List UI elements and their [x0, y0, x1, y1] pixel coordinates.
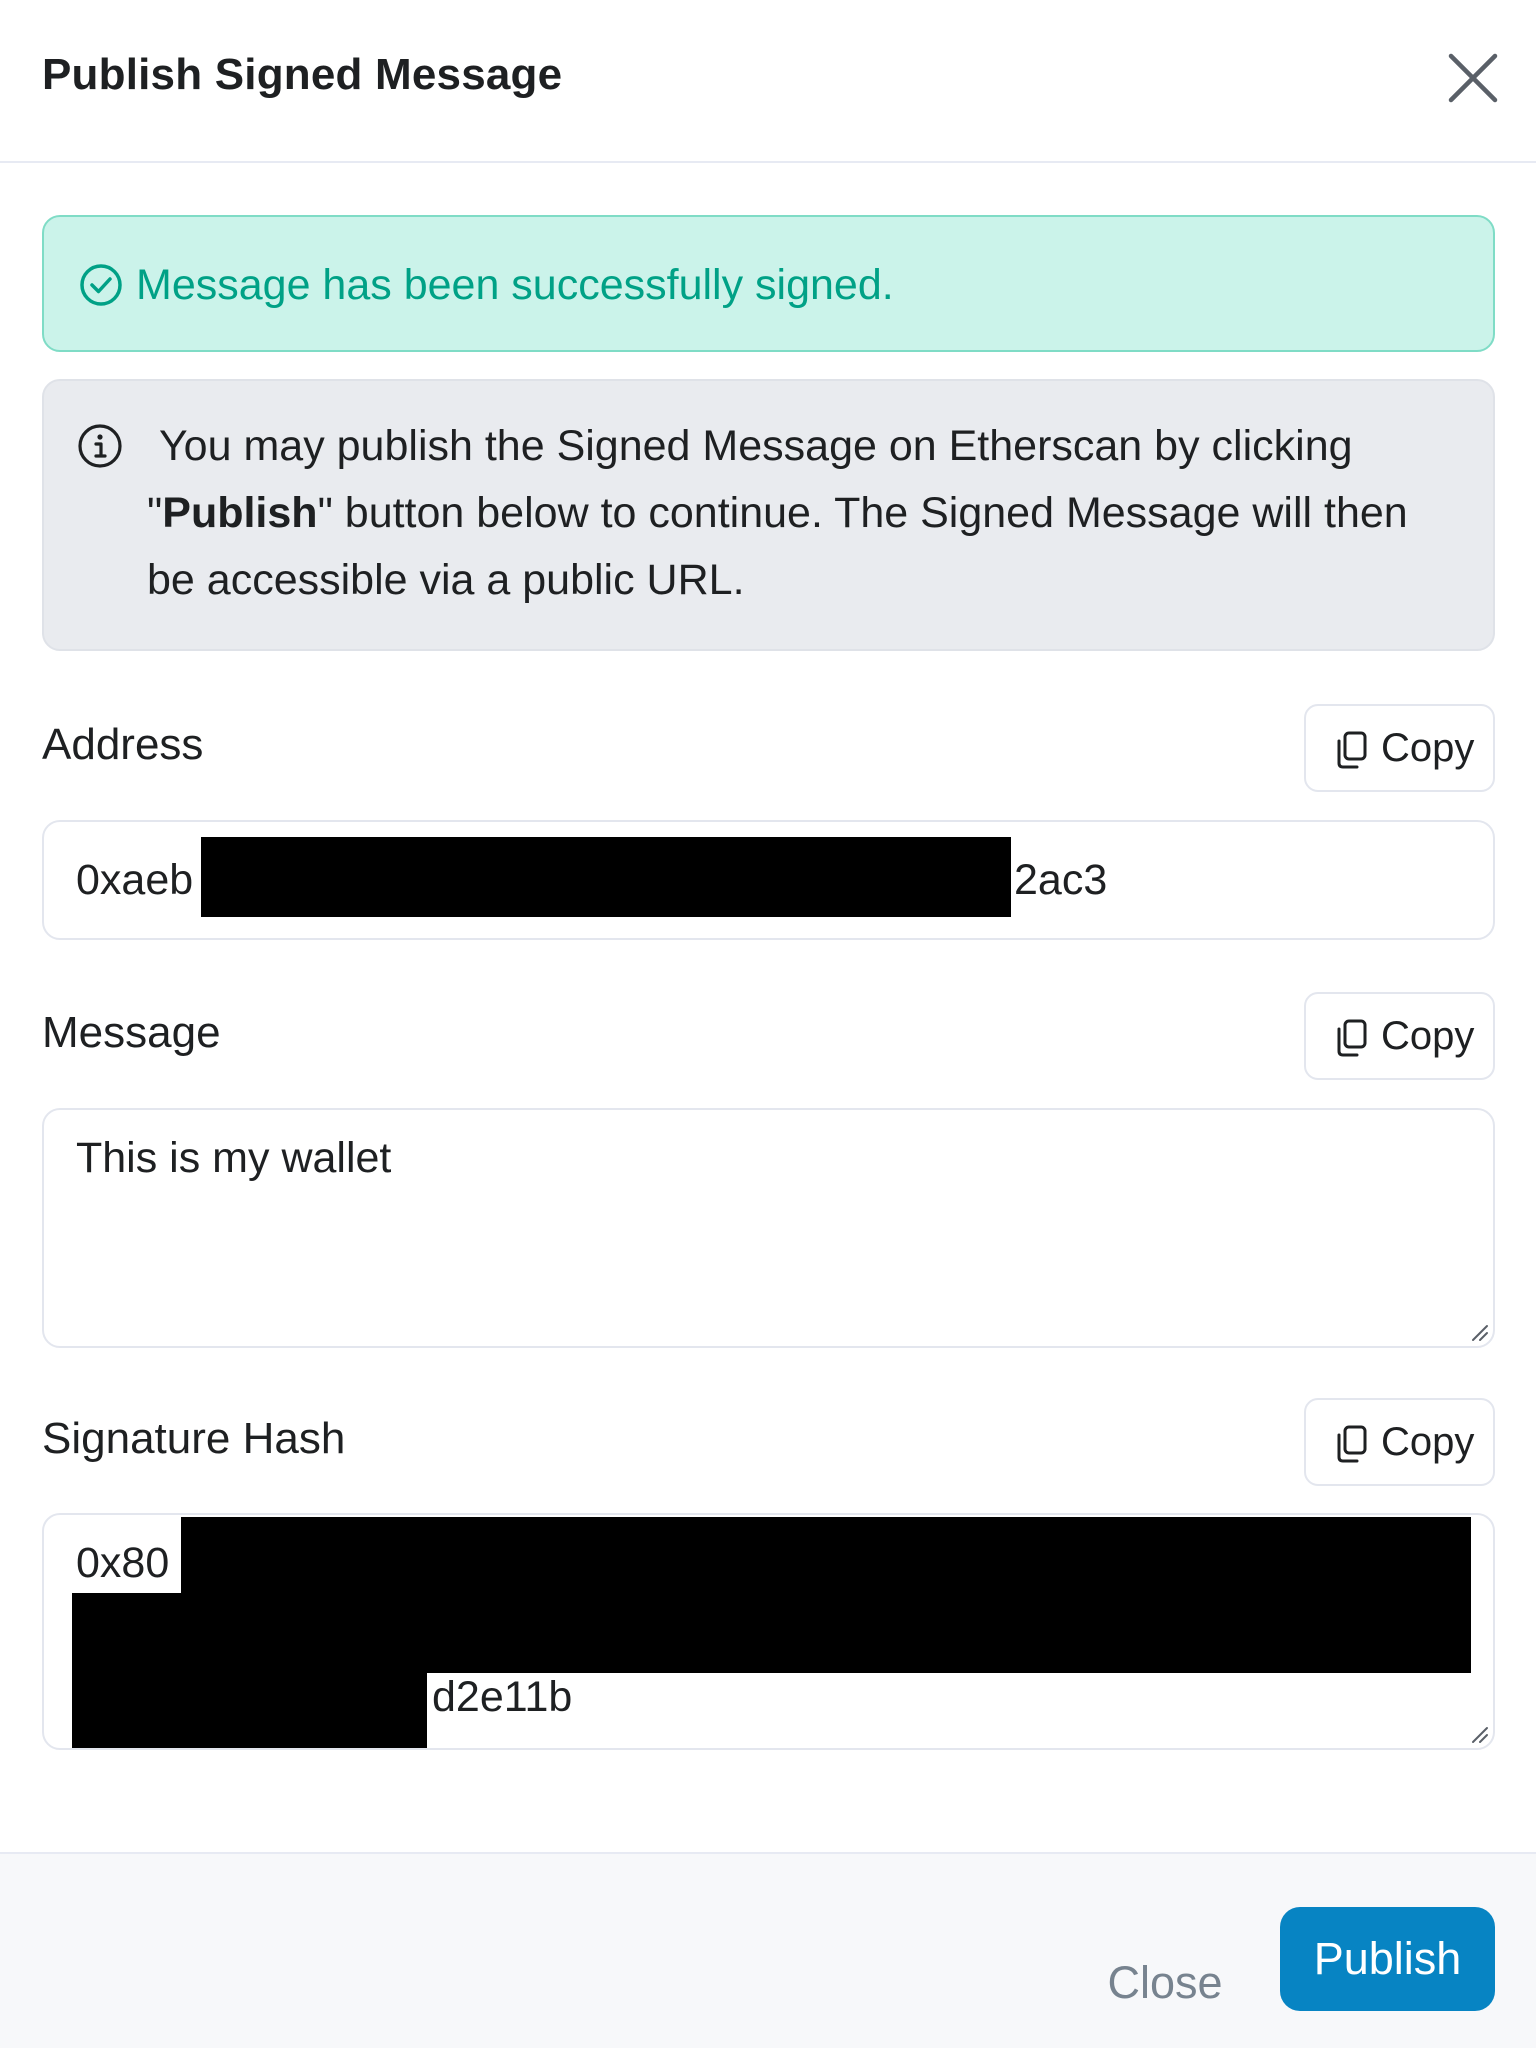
copy-icon — [1333, 1018, 1369, 1058]
info-message-publish-bold: Publish — [162, 489, 318, 537]
address-label: Address — [42, 720, 204, 769]
info-alert: You may publish the Signed Message on Et… — [42, 379, 1495, 651]
close-button[interactable]: Close — [1090, 1944, 1240, 2022]
address-field[interactable]: 0xaeb 2ac3 — [42, 820, 1495, 940]
copy-message-label: Copy — [1381, 1014, 1475, 1058]
address-value-end: 2ac3 — [1014, 856, 1108, 904]
info-message: You may publish the Signed Message on Et… — [147, 413, 1467, 614]
redaction-block — [201, 837, 1011, 917]
message-textarea[interactable]: This is my wallet — [42, 1108, 1495, 1348]
address-value-start: 0xaeb — [76, 856, 194, 904]
redaction-block — [72, 1593, 427, 1748]
close-icon[interactable] — [1445, 50, 1501, 106]
signature-value-start: 0x80 — [76, 1539, 170, 1587]
success-message: Message has been successfully signed. — [136, 261, 894, 309]
copy-icon — [1333, 1424, 1369, 1464]
message-value: This is my wallet — [76, 1134, 392, 1182]
resize-grip-icon[interactable] — [1465, 1318, 1489, 1342]
signature-value-end: d2e11b — [432, 1673, 573, 1721]
message-label: Message — [42, 1008, 221, 1057]
modal-footer: Close Publish — [0, 1852, 1536, 2048]
info-circle-icon — [77, 423, 123, 469]
modal-header: Publish Signed Message — [0, 0, 1536, 163]
copy-address-button[interactable]: Copy — [1304, 704, 1495, 792]
modal-title: Publish Signed Message — [42, 50, 563, 99]
copy-icon — [1333, 730, 1369, 770]
copy-signature-button[interactable]: Copy — [1304, 1398, 1495, 1486]
signature-hash-label: Signature Hash — [42, 1414, 346, 1463]
resize-grip-icon[interactable] — [1465, 1720, 1489, 1744]
publish-button[interactable]: Publish — [1280, 1907, 1495, 2011]
signature-hash-textarea[interactable]: 0x80 d2e11b — [42, 1513, 1495, 1750]
info-message-suffix: " button below to continue. The Signed M… — [147, 489, 1408, 604]
copy-message-button[interactable]: Copy — [1304, 992, 1495, 1080]
check-circle-icon — [79, 263, 123, 307]
copy-signature-label: Copy — [1381, 1420, 1475, 1464]
copy-address-label: Copy — [1381, 726, 1475, 770]
success-alert: Message has been successfully signed. — [42, 215, 1495, 352]
